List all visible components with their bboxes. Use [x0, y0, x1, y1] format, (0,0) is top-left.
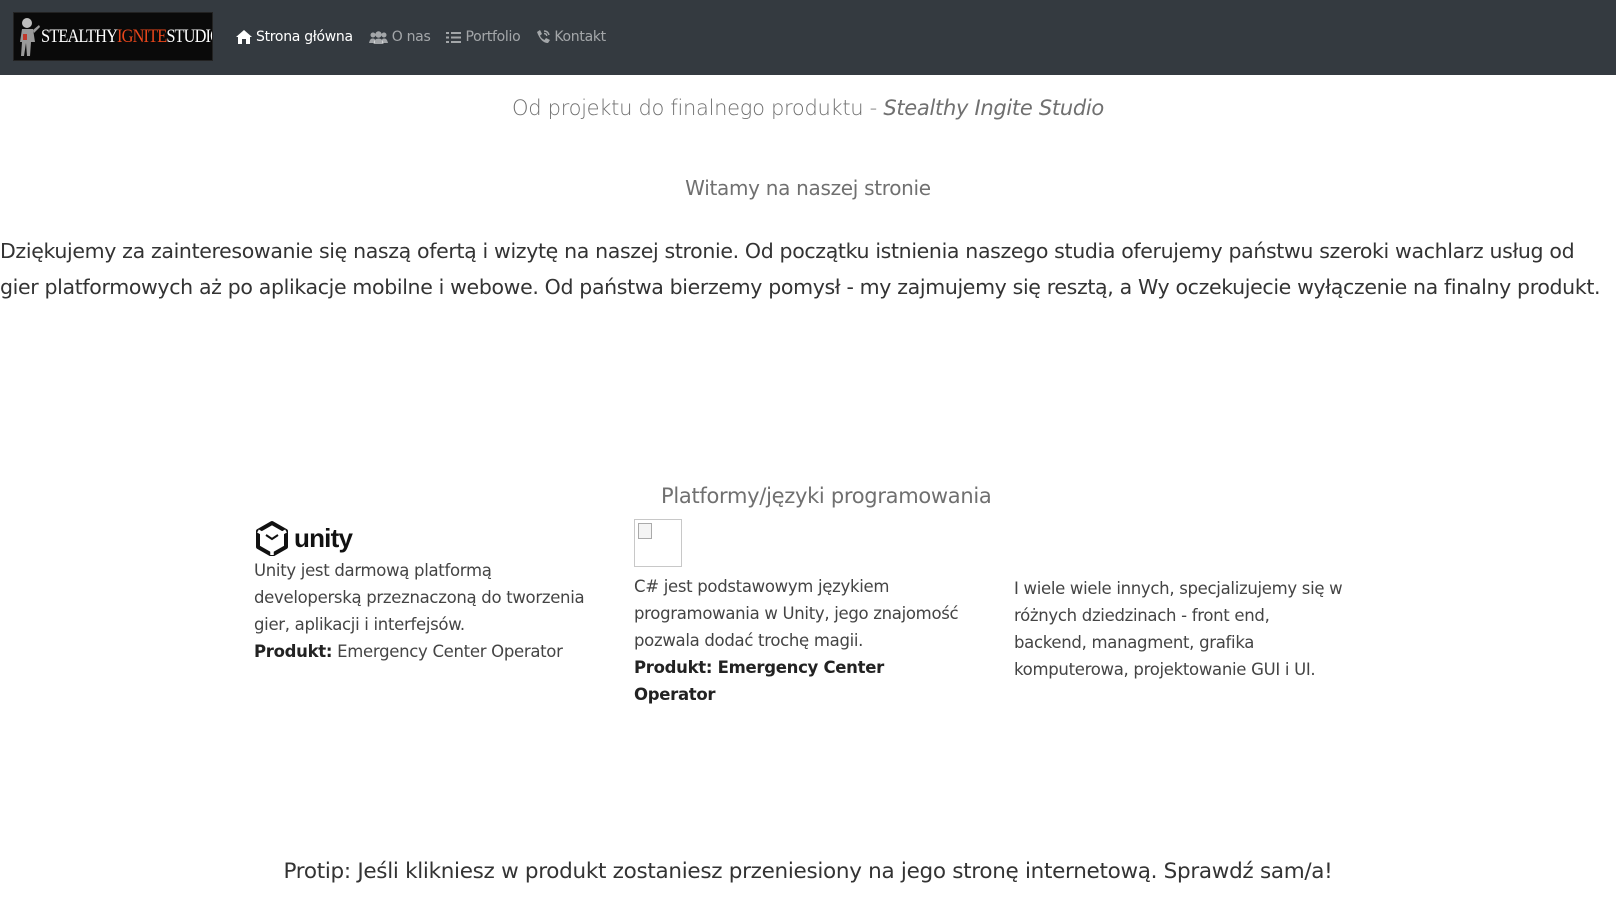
- nav-label: Strona główna: [256, 29, 353, 45]
- nav-item-home[interactable]: Strona główna: [236, 25, 353, 49]
- unity-logo: unity: [254, 519, 594, 557]
- broken-image-icon: [634, 519, 682, 567]
- tagline-brand: Stealthy Ingite Studio: [883, 96, 1104, 120]
- logo-figure-icon: [20, 18, 40, 56]
- unity-card: unity Unity jest darmową platformą devel…: [254, 519, 594, 665]
- navbar: STEALTHYIGNITESTUDIO Strona główna O nas: [0, 0, 1616, 75]
- logo-text: STEALTHYIGNITESTUDIO: [41, 26, 212, 47]
- unity-wordmark: unity: [294, 522, 353, 553]
- csharp-card: C# jest podstawowym językiem programowan…: [634, 519, 964, 708]
- unity-icon: [256, 521, 288, 556]
- welcome-heading: Witamy na naszej stronie: [685, 176, 931, 200]
- list-icon: [446, 31, 462, 43]
- users-icon: [368, 30, 388, 44]
- product-label: Produkt:: [254, 642, 333, 661]
- intro-paragraph: Dziękujemy za zainteresowanie się naszą …: [0, 239, 1601, 299]
- nav-item-about[interactable]: O nas: [368, 25, 431, 49]
- home-icon: [236, 30, 252, 44]
- others-description: I wiele wiele innych, specjalizujemy się…: [1014, 579, 1343, 679]
- nav-label: Portfolio: [465, 29, 521, 45]
- csharp-description: C# jest podstawowym językiem programowan…: [634, 577, 959, 650]
- protip-text: Protip: Jeśli klikniesz w produkt zostan…: [283, 859, 1333, 884]
- others-card: I wiele wiele innych, specjalizujemy się…: [1014, 575, 1344, 683]
- brand-logo[interactable]: STEALTHYIGNITESTUDIO: [13, 12, 213, 61]
- tagline: Od projektu do finalnego produktu - Stea…: [512, 96, 1104, 120]
- nav-item-contact[interactable]: Kontakt: [536, 25, 606, 49]
- platforms-heading: Platformy/języki programowania: [661, 484, 992, 508]
- nav-label: Kontakt: [554, 29, 606, 45]
- nav-item-portfolio[interactable]: Portfolio: [446, 25, 521, 49]
- product-label: Produkt:: [634, 658, 713, 677]
- csharp-product[interactable]: Produkt: Emergency Center Operator: [634, 654, 964, 708]
- unity-description: Unity jest darmową platformą developersk…: [254, 561, 585, 634]
- phone-icon: [537, 30, 551, 43]
- unity-product[interactable]: Produkt: Emergency Center Operator: [254, 638, 594, 665]
- main-nav: Strona główna O nas Portfolio Kontakt: [236, 25, 606, 49]
- nav-label: O nas: [391, 29, 431, 45]
- product-link[interactable]: Emergency Center Operator: [337, 642, 563, 661]
